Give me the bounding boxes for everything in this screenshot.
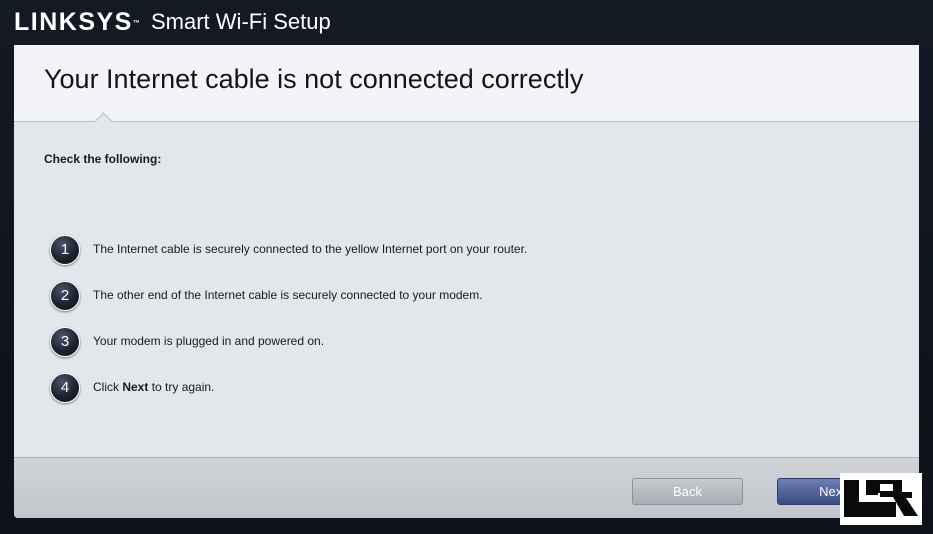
- app-header: LINKSYS™ Smart Wi-Fi Setup: [0, 0, 933, 44]
- page-title: Your Internet cable is not connected cor…: [44, 64, 584, 94]
- checklist-step-1: 1 The Internet cable is securely connect…: [50, 235, 810, 267]
- dialog-body: Check the following: 1 The Internet cabl…: [14, 122, 919, 457]
- step-text: Your modem is plugged in and powered on.: [93, 334, 325, 348]
- dialog-footer: Back Next: [14, 457, 919, 518]
- step-number-badge: 4: [50, 373, 80, 403]
- step-text-prefix: Click: [93, 380, 123, 394]
- trademark-mark: ™: [132, 20, 140, 27]
- step-text-suffix: to try again.: [148, 380, 215, 394]
- dialog-header: Your Internet cable is not connected cor…: [14, 45, 919, 122]
- step-text: Click Next to try again.: [93, 380, 214, 394]
- checklist-step-3: 3 Your modem is plugged in and powered o…: [50, 327, 810, 359]
- setup-dialog: Your Internet cable is not connected cor…: [14, 45, 919, 518]
- step-text-next-emphasis: Next: [122, 380, 149, 394]
- step-number-badge: 2: [50, 281, 80, 311]
- legit-reviews-logo: [840, 473, 922, 525]
- checklist-heading: Check the following:: [44, 152, 162, 166]
- back-button[interactable]: Back: [632, 478, 743, 505]
- step-number-badge: 3: [50, 327, 80, 357]
- checklist-step-4: 4 Click Next to try again.: [50, 373, 810, 405]
- step-number-badge: 1: [50, 235, 80, 265]
- step-text: The other end of the Internet cable is s…: [93, 288, 483, 302]
- linksys-logo: LINKSYS™: [14, 8, 140, 36]
- checklist-step-2: 2 The other end of the Internet cable is…: [50, 281, 810, 313]
- brand-name: LINKSYS: [14, 8, 133, 36]
- product-title: Smart Wi-Fi Setup: [151, 9, 331, 34]
- step-text: The Internet cable is securely connected…: [93, 242, 528, 256]
